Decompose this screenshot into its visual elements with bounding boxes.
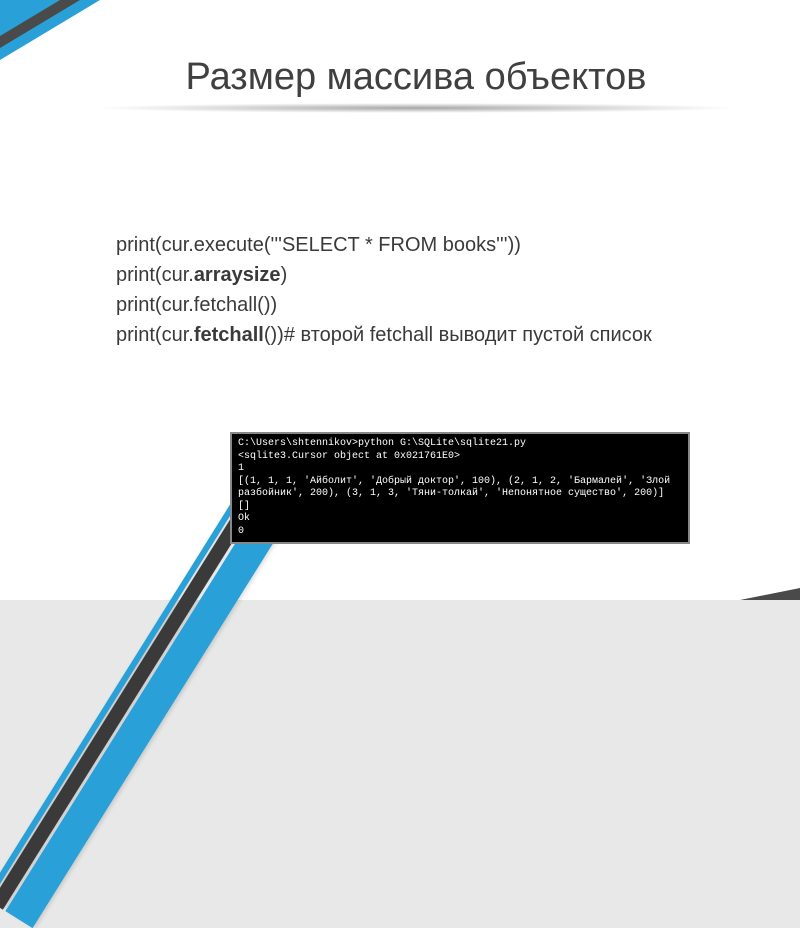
accent-triangle-3 [0,0,60,36]
code-bold: fetchall [194,324,264,346]
code-line-1: print(cur.execute('''SELECT * FROM books… [116,230,740,260]
title-container: Размер массива объектов [92,56,740,113]
terminal-line: C:\Users\shtennikov>python G:\SQLite\sql… [238,438,526,449]
code-text: print(cur. [116,264,194,286]
accent-corner-br [740,588,800,600]
code-content: print(cur.execute('''SELECT * FROM books… [116,230,740,350]
code-line-3: print(cur.fetchall()) [116,290,740,320]
terminal-line: [(1, 1, 1, 'Айболит', 'Добрый доктор', 1… [238,476,676,500]
code-line-4: print(cur.fetchall())# второй fetchall в… [116,320,740,350]
slide: Размер массива объектов print(cur.execut… [0,0,800,600]
title-shadow [92,103,740,113]
code-text: print(cur. [116,324,194,346]
code-bold: arraysize [194,264,281,286]
code-text: print(cur.fetchall()) [116,294,277,316]
terminal-output: C:\Users\shtennikov>python G:\SQLite\sql… [230,432,690,544]
code-text: print(cur.execute('''SELECT * FROM books… [116,234,521,256]
terminal-line: Ok [238,513,250,524]
code-text: ) [281,264,288,286]
slide-title: Размер массива объектов [92,56,740,99]
terminal-line: <sqlite3.Cursor object at 0x021761E0> [238,451,460,462]
terminal-line: 0 [238,526,244,537]
code-line-2: print(cur.arraysize) [116,260,740,290]
terminal-line: 1 [238,463,244,474]
terminal-line: [] [238,501,250,512]
code-text: ())# второй fetchall выводит пустой спис… [264,324,652,346]
